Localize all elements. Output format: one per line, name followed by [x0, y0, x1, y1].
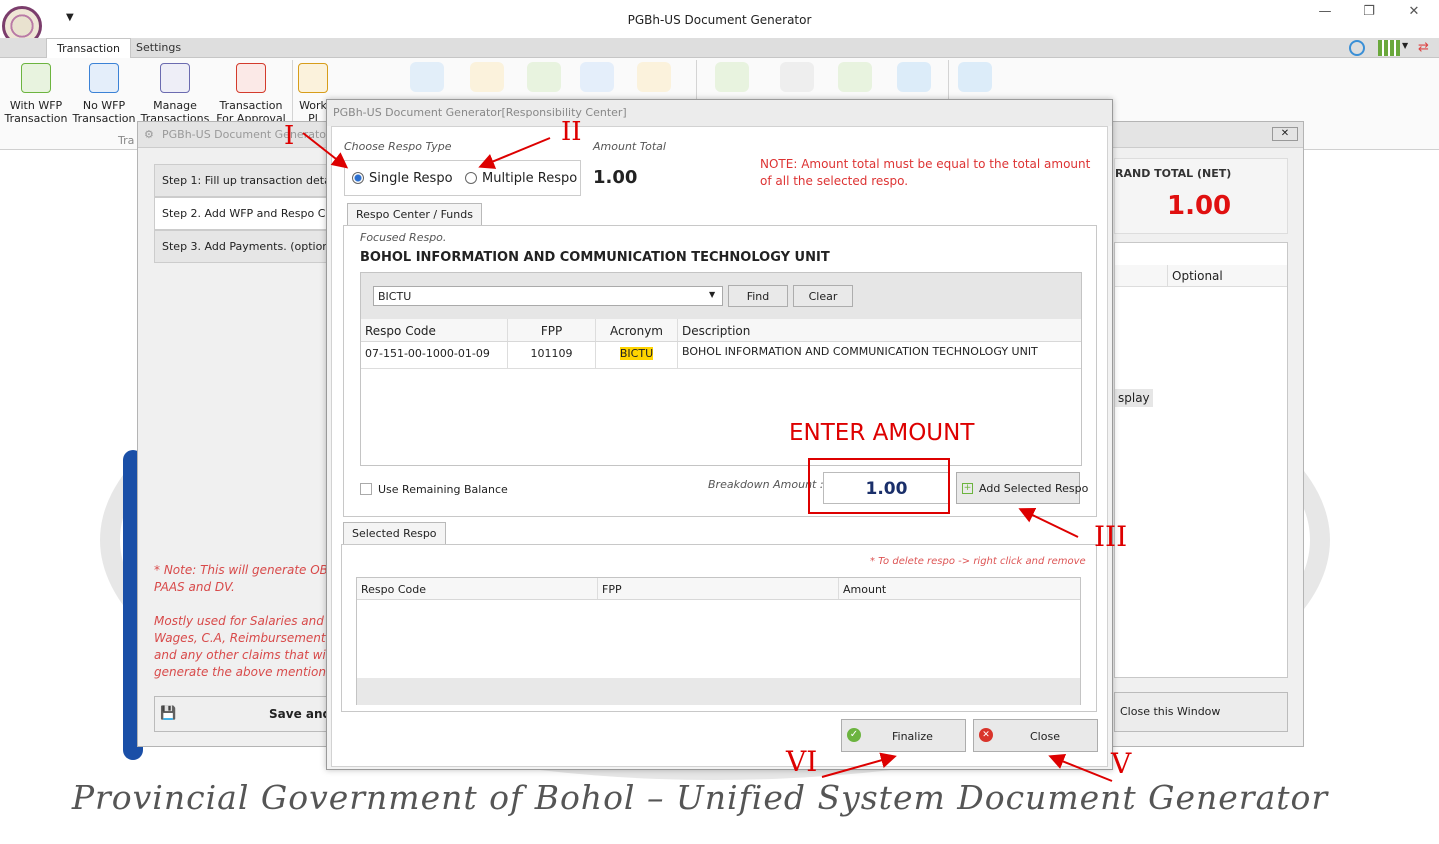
annotation-arrows [302, 132, 1113, 782]
